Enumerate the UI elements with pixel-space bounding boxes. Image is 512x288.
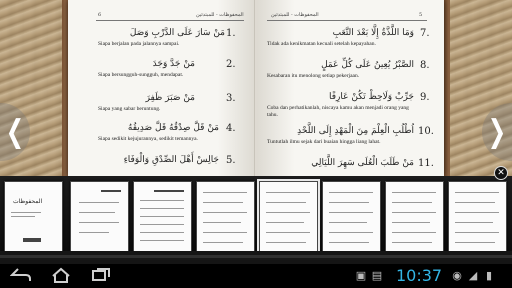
previous-page-button[interactable]: ❮	[0, 103, 30, 161]
right-page-number: 5	[419, 12, 423, 18]
thumbnail-page[interactable]	[196, 181, 255, 254]
home-icon	[52, 267, 70, 283]
recent-apps-button[interactable]	[86, 267, 116, 285]
thumbnail-page[interactable]	[133, 181, 192, 254]
location-icon: ◉	[452, 269, 462, 282]
left-page[interactable]: 6 المحفوظات - للمبتدئين مَنْ سَارَ عَلَى…	[68, 0, 255, 176]
thumbnail-page[interactable]: المحفوظات	[4, 181, 63, 254]
close-icon: ✕	[497, 168, 505, 178]
home-button[interactable]	[46, 267, 76, 285]
right-page-header: المحفوظات - للمبتدئين	[271, 12, 319, 18]
left-page-number: 6	[98, 12, 102, 18]
open-book[interactable]: 6 المحفوظات - للمبتدئين مَنْ سَارَ عَلَى…	[68, 0, 444, 176]
thumbnail-scrollbar[interactable]	[0, 251, 512, 264]
system-navigation-bar: ▣ ▤ 10:37 ◉ ◢ ▮	[0, 264, 512, 288]
close-thumbnails-button[interactable]: ✕	[494, 166, 508, 180]
back-icon	[9, 268, 31, 281]
recent-apps-icon	[92, 268, 110, 281]
back-button[interactable]	[6, 267, 36, 285]
right-page[interactable]: المحفوظات - للمبتدئين 5 وَمَا اللَّذَّةُ…	[257, 0, 444, 176]
gallery-icon: ▣	[355, 269, 367, 282]
right-page-rule	[267, 20, 427, 21]
thumbnail-page[interactable]	[385, 181, 444, 254]
chevron-left-icon: ❮	[5, 114, 25, 150]
wifi-icon: ◢	[468, 269, 478, 282]
thumbnail-page-current[interactable]	[257, 179, 320, 256]
clock: 10:37	[396, 266, 443, 285]
thumbnail-page[interactable]	[70, 181, 129, 254]
notification-icon: ▤	[371, 269, 383, 282]
left-page-header: المحفوظات - للمبتدئين	[196, 12, 244, 18]
left-page-rule	[96, 20, 244, 21]
thumbnail-page[interactable]	[322, 181, 381, 254]
battery-icon: ▮	[485, 269, 493, 282]
chevron-right-icon: ❯	[487, 114, 507, 150]
thumbnail-page[interactable]	[448, 181, 507, 254]
next-page-button[interactable]: ❯	[482, 103, 512, 161]
